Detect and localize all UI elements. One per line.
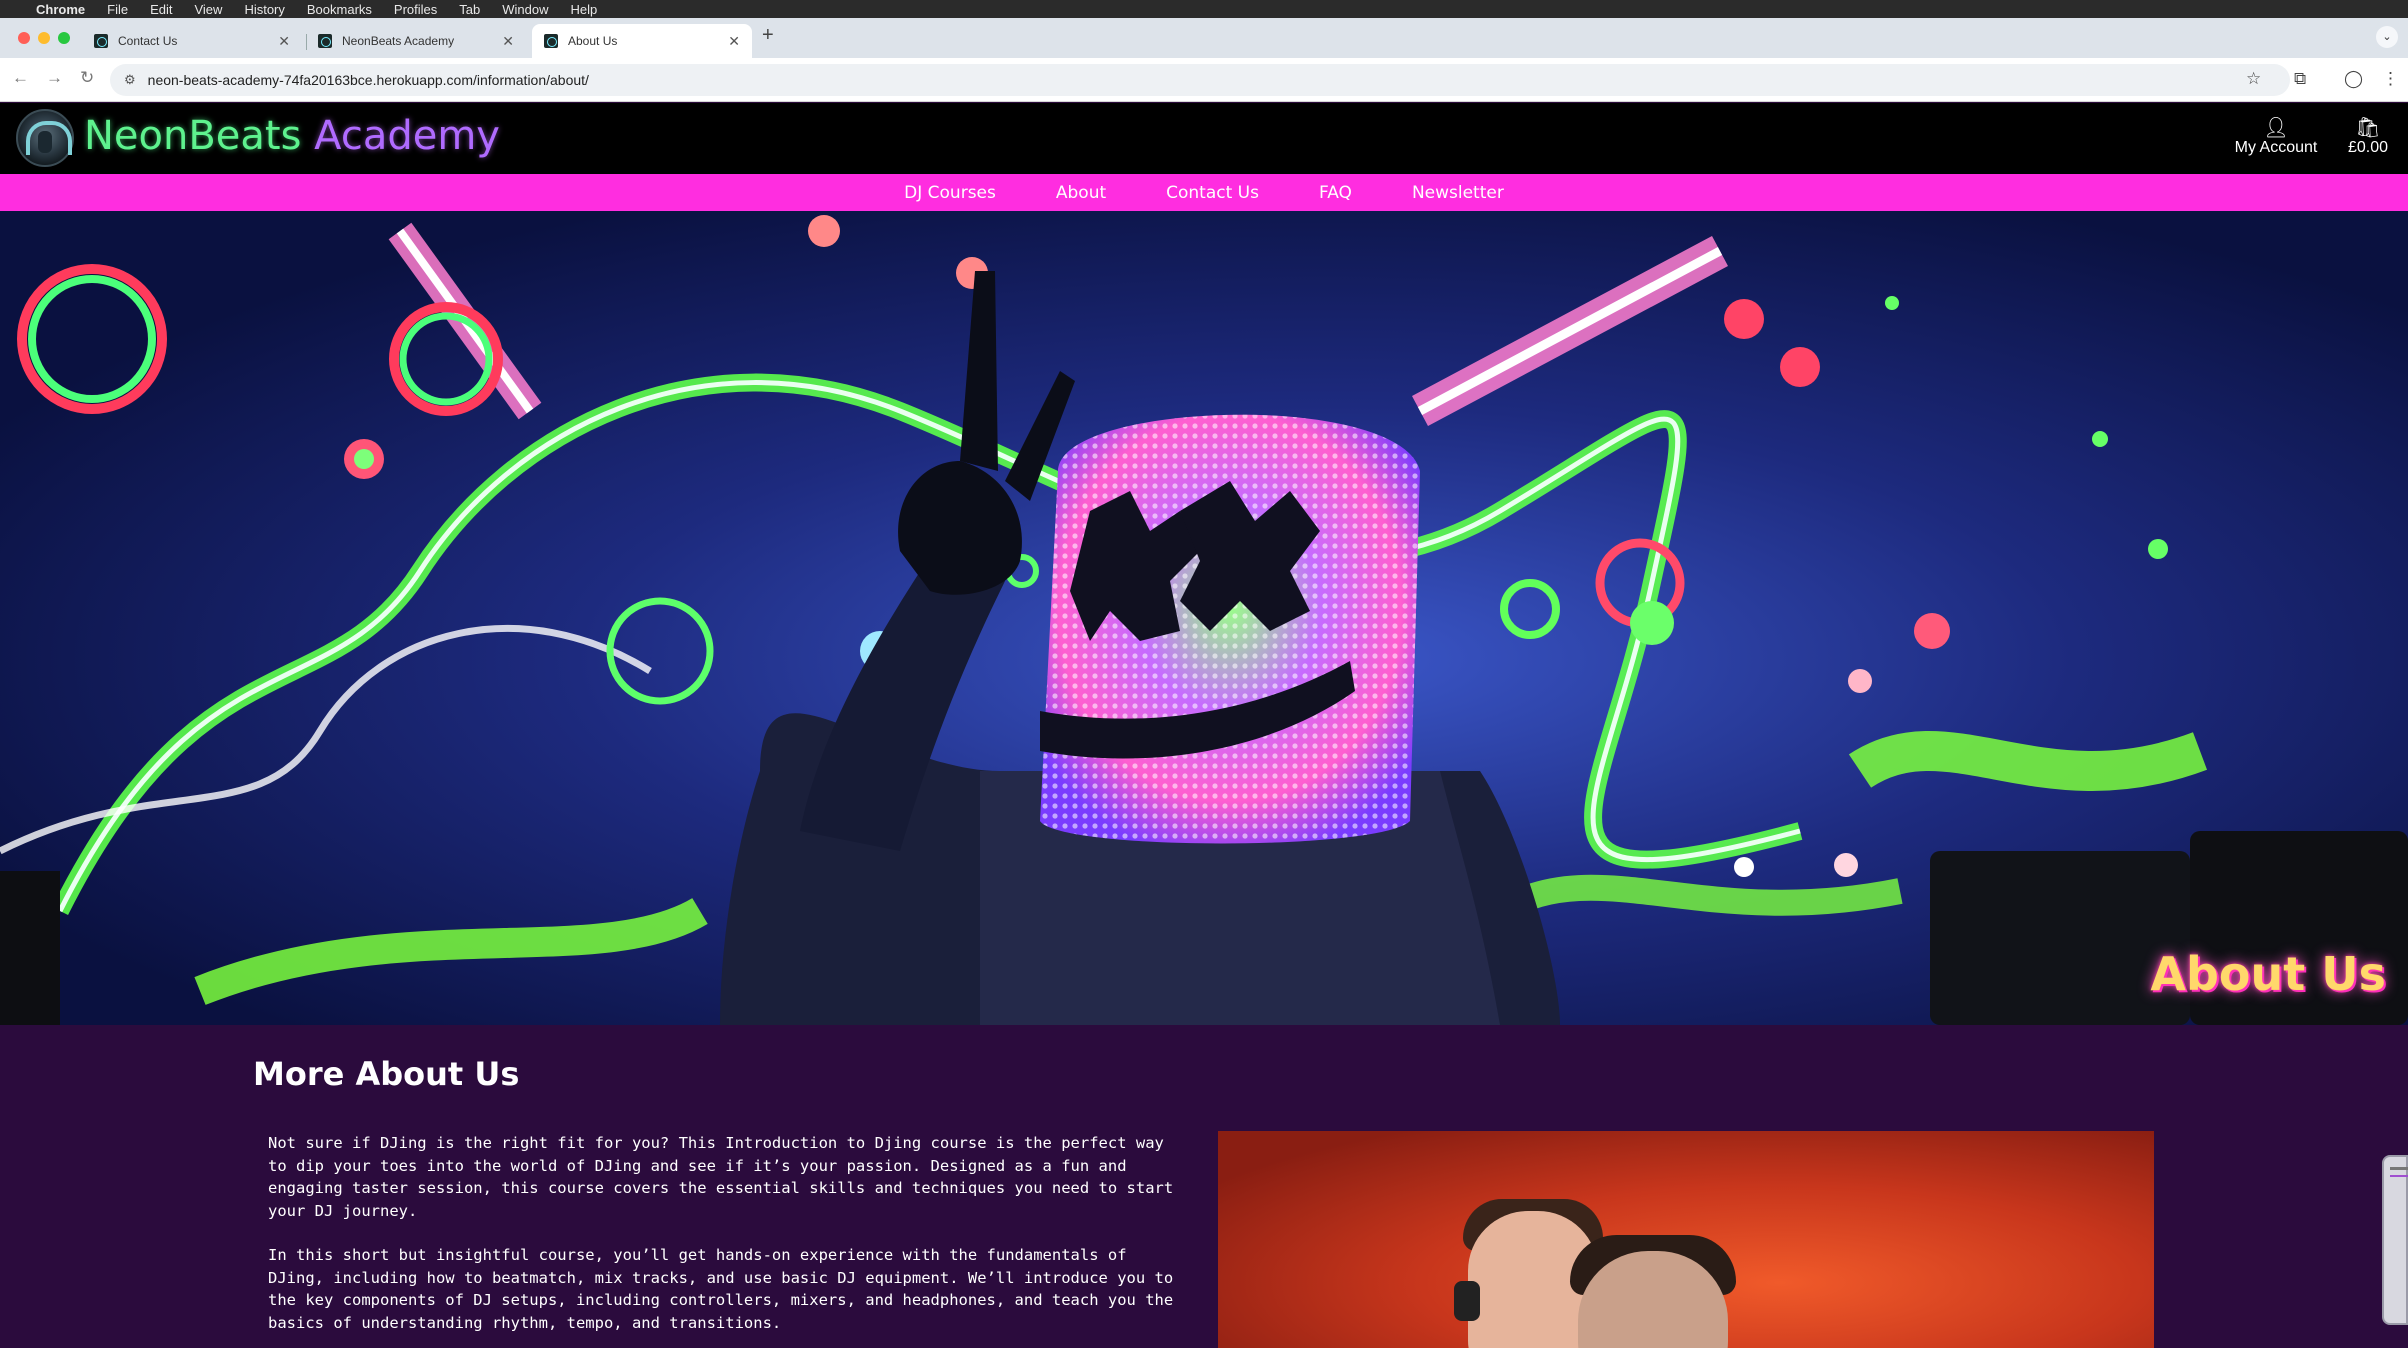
user-icon: 👤︎ [2263, 117, 2289, 139]
window-controls [18, 32, 70, 44]
profile-icon[interactable]: ◯ [2344, 69, 2363, 89]
menu-app-name[interactable]: Chrome [36, 2, 85, 17]
hero-title: About Us [2150, 947, 2386, 1001]
my-account-label: My Account [2234, 139, 2318, 156]
about-paragraph-1: Not sure if DJing is the right fit for y… [268, 1134, 1174, 1220]
nav-contact-us[interactable]: Contact Us [1166, 183, 1259, 203]
tab-neonbeats-academy[interactable]: NeonBeats Academy ✕ [306, 24, 526, 58]
site-favicon-icon [544, 34, 558, 48]
reload-icon[interactable]: ↻ [80, 68, 94, 88]
section-title: More About Us [253, 1055, 520, 1093]
brand-name-part1: NeonBeats [84, 113, 302, 159]
url-text[interactable]: neon-beats-academy-74fa20163bce.herokuap… [148, 72, 589, 88]
kebab-menu-icon[interactable]: ⋮ [2382, 69, 2399, 89]
about-photo [1218, 1131, 2154, 1348]
menu-profiles[interactable]: Profiles [394, 2, 437, 17]
puzzle-icon[interactable]: ⧉ [2294, 69, 2306, 89]
close-window-icon[interactable] [18, 32, 30, 44]
site-favicon-icon [318, 34, 332, 48]
cart-link[interactable]: 🛍︎ £0.00 [2336, 115, 2400, 157]
macos-menu-bar: Chrome File Edit View History Bookmarks … [0, 0, 2408, 18]
tab-about-us[interactable]: About Us ✕ [532, 24, 752, 58]
shopping-bag-icon: 🛍︎ [2355, 117, 2381, 139]
dj-logo-icon[interactable] [16, 109, 74, 167]
headphones-icon [1454, 1281, 1480, 1321]
about-content: More About Us Not sure if DJing is the r… [0, 1025, 2408, 1348]
menu-bookmarks[interactable]: Bookmarks [307, 2, 372, 17]
nav-faq[interactable]: FAQ [1319, 183, 1352, 203]
menu-edit[interactable]: Edit [150, 2, 172, 17]
new-tab-icon[interactable]: + [762, 24, 774, 47]
nav-about[interactable]: About [1056, 183, 1106, 203]
site-header: NeonBeats Academy 👤︎ My Account 🛍︎ £0.00 [0, 103, 2408, 174]
menu-history[interactable]: History [244, 2, 284, 17]
arrow-right-icon[interactable]: → [46, 68, 63, 88]
minimize-window-icon[interactable] [38, 32, 50, 44]
address-bar[interactable]: ⚙ neon-beats-academy-74fa20163bce.heroku… [110, 64, 2290, 96]
tab-search-icon[interactable]: ⌄ [2376, 26, 2398, 48]
arrow-left-icon[interactable]: ← [12, 68, 29, 88]
brand-name[interactable]: NeonBeats Academy [84, 113, 500, 159]
close-tab-icon[interactable]: ✕ [278, 33, 290, 50]
close-tab-icon[interactable]: ✕ [728, 33, 740, 50]
nav-newsletter[interactable]: Newsletter [1412, 183, 1504, 203]
brand-name-part2: Academy [314, 113, 500, 159]
menu-help[interactable]: Help [571, 2, 598, 17]
hero-banner: About Us [0, 211, 2408, 1025]
menu-file[interactable]: File [107, 2, 128, 17]
menu-window[interactable]: Window [502, 2, 548, 17]
tab-title: About Us [568, 34, 618, 48]
menu-view[interactable]: View [194, 2, 222, 17]
close-tab-icon[interactable]: ✕ [502, 33, 514, 50]
side-panel-widget[interactable] [2382, 1155, 2408, 1325]
maximize-window-icon[interactable] [58, 32, 70, 44]
tab-contact-us[interactable]: Contact Us ✕ [82, 24, 302, 58]
my-account-link[interactable]: 👤︎ My Account [2226, 115, 2326, 157]
site-info-icon[interactable]: ⚙ [124, 72, 136, 88]
main-nav: DJ Courses About Contact Us FAQ Newslett… [0, 174, 2408, 211]
nav-dj-courses[interactable]: DJ Courses [904, 183, 996, 203]
browser-toolbar: ← → ↻ ⚙ neon-beats-academy-74fa20163bce.… [0, 58, 2408, 102]
menu-tab[interactable]: Tab [459, 2, 480, 17]
hero-dj-image [0, 215, 2408, 1025]
browser-tab-strip: Contact Us ✕ NeonBeats Academy ✕ About U… [0, 18, 2408, 58]
site-favicon-icon [94, 34, 108, 48]
tab-title: NeonBeats Academy [342, 34, 455, 48]
about-paragraph-2: In this short but insightful course, you… [268, 1246, 1174, 1332]
tab-title: Contact Us [118, 34, 178, 48]
star-icon[interactable]: ☆ [2246, 69, 2261, 89]
cart-total: £0.00 [2347, 139, 2389, 156]
